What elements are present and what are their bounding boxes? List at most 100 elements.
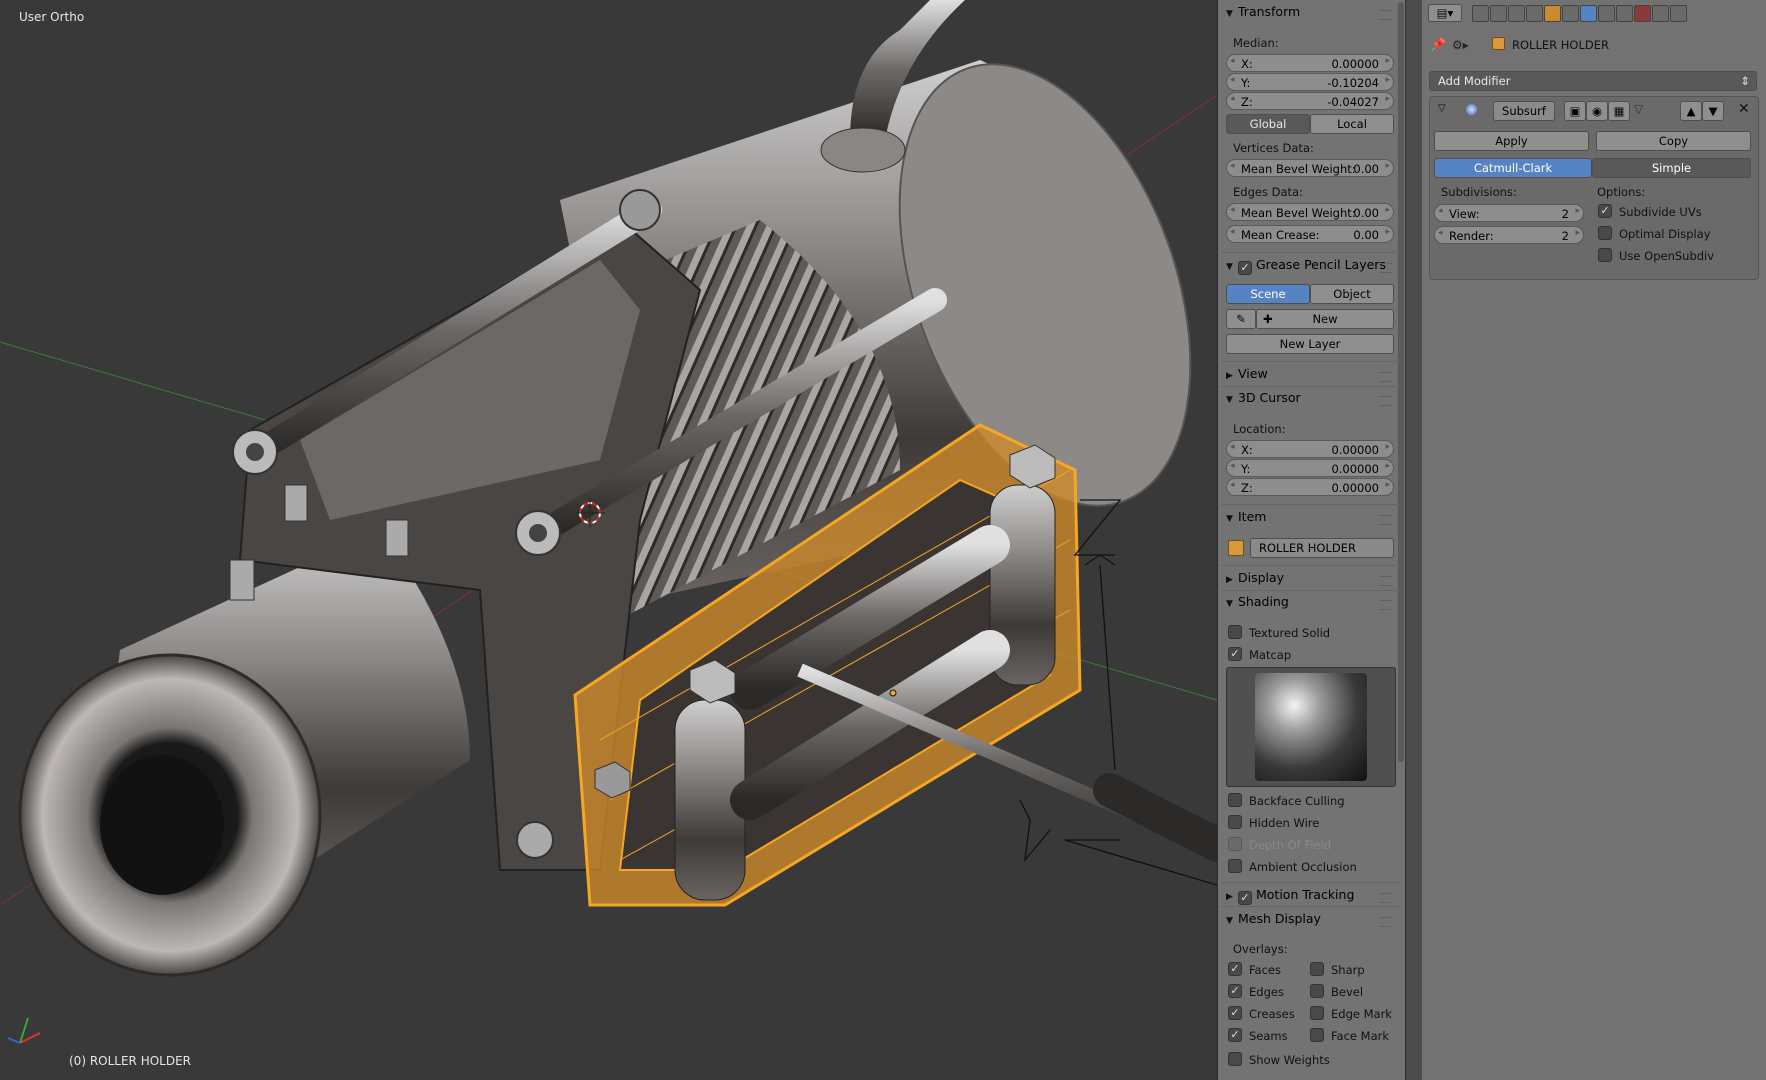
median-z-field[interactable]: ◂ Z: -0.04027 ▸ (1226, 92, 1394, 110)
catmull-clark-toggle[interactable]: Catmull-Clark (1434, 158, 1592, 178)
editor-type-menu[interactable]: ▤▾ (1428, 4, 1462, 22)
cursor-z-field[interactable]: ◂ Z: 0.00000 ▸ (1226, 478, 1394, 496)
median-y-field[interactable]: ◂ Y: -0.10204 ▸ (1226, 73, 1394, 91)
mean-crease-field[interactable]: ◂ Mean Crease: 0.00 ▸ (1226, 225, 1394, 243)
show-weights-label: Show Weights (1249, 1053, 1330, 1067)
n-panel-scrollbar[interactable] (1398, 2, 1404, 762)
copy-button[interactable]: Copy (1596, 131, 1751, 151)
faces-checkbox[interactable] (1228, 962, 1242, 976)
3d-viewport[interactable]: User Ortho (0) ROLLER HOLDER (0, 0, 1217, 1080)
modifiers-wrench-tab-icon[interactable] (1580, 5, 1597, 22)
ambient-occlusion-checkbox[interactable] (1228, 859, 1242, 873)
drag-grip-icon[interactable] (1380, 576, 1392, 586)
backface-culling-checkbox[interactable] (1228, 793, 1242, 807)
grease-pencil-enable-checkbox[interactable] (1238, 261, 1252, 275)
global-toggle[interactable]: Global (1226, 114, 1310, 134)
3d-cursor-header[interactable]: ▼ 3D Cursor (1226, 390, 1396, 412)
move-down-icon[interactable]: ▼ (1702, 101, 1724, 121)
cursor-x-field[interactable]: ◂ X: 0.00000 ▸ (1226, 440, 1394, 458)
face-mark-checkbox[interactable] (1310, 1028, 1324, 1042)
physics-tab-icon[interactable] (1670, 5, 1687, 22)
scene-tab-icon[interactable] (1508, 5, 1525, 22)
drag-grip-icon[interactable] (1380, 10, 1392, 20)
material-tab-icon[interactable] (1616, 5, 1633, 22)
textured-solid-checkbox[interactable] (1228, 625, 1242, 639)
median-x-field[interactable]: ◂ X: 0.00000 ▸ (1226, 54, 1394, 72)
optimal-display-checkbox[interactable] (1598, 226, 1612, 240)
seams-label: Seams (1249, 1029, 1288, 1043)
subdivide-uvs-checkbox[interactable] (1598, 204, 1612, 218)
close-icon[interactable]: ✕ (1738, 101, 1750, 117)
view-levels-field[interactable]: ◂ View: 2 ▸ (1434, 204, 1584, 222)
editmode-toggle-icon[interactable]: ▦ (1608, 101, 1630, 121)
mean-bevel-vertex-field[interactable]: ◂ Mean Bevel Weight: 0.00 ▸ (1226, 159, 1394, 177)
world-tab-icon[interactable] (1526, 5, 1543, 22)
local-toggle[interactable]: Local (1310, 114, 1394, 134)
render-tab-icon[interactable] (1472, 5, 1489, 22)
mean-bevel-edge-field[interactable]: ◂ Mean Bevel Weight: 0.00 ▸ (1226, 203, 1394, 221)
item-header[interactable]: ▼ Item (1226, 509, 1396, 531)
pin-icon[interactable]: 📌 (1430, 38, 1446, 53)
item-name-field[interactable]: ROLLER HOLDER (1250, 538, 1394, 558)
location-label: Location: (1233, 422, 1286, 436)
data-tab-icon[interactable] (1598, 5, 1615, 22)
new-layer-button[interactable]: New Layer (1226, 334, 1394, 354)
display-header[interactable]: ▶ Display (1226, 570, 1396, 592)
pencil-icon[interactable]: ✎ (1226, 309, 1256, 329)
separator (1221, 906, 1401, 907)
grease-pencil-header[interactable]: ▼Grease Pencil Layers (1226, 257, 1396, 279)
edges-checkbox[interactable] (1228, 984, 1242, 998)
bevel-label: Bevel (1331, 985, 1364, 999)
mesh-display-header[interactable]: ▼ Mesh Display (1226, 911, 1396, 933)
object-toggle[interactable]: Object (1310, 284, 1394, 304)
texture-tab-icon[interactable] (1634, 5, 1651, 22)
edge-mark-label: Edge Mark (1331, 1007, 1392, 1021)
new-grease-pencil-button[interactable]: ✚ New (1256, 309, 1394, 329)
transform-header[interactable]: ▼ Transform (1226, 4, 1396, 26)
render-toggle-camera-icon[interactable]: ▣ (1564, 101, 1586, 121)
render-layers-tab-icon[interactable] (1490, 5, 1507, 22)
object-tab-icon[interactable] (1544, 5, 1561, 22)
matcap-preview[interactable] (1226, 667, 1396, 787)
use-opensubdiv-checkbox[interactable] (1598, 248, 1612, 262)
axis-gizmo (7, 1017, 41, 1044)
show-weights-checkbox[interactable] (1228, 1052, 1242, 1066)
winch-scene[interactable] (0, 0, 1217, 1080)
motion-tracking-checkbox[interactable] (1238, 891, 1252, 905)
editor-divider[interactable] (1405, 0, 1423, 1080)
matcap-checkbox[interactable] (1228, 647, 1242, 661)
apply-button[interactable]: Apply (1434, 131, 1589, 151)
use-opensubdiv-label: Use OpenSubdiv (1619, 249, 1715, 263)
modifier-name-field[interactable]: Subsurf (1493, 101, 1555, 121)
seams-checkbox[interactable] (1228, 1028, 1242, 1042)
expand-arrow-icon: ▼ (1226, 514, 1233, 524)
edge-mark-checkbox[interactable] (1310, 1006, 1324, 1020)
simple-toggle[interactable]: Simple (1592, 158, 1751, 178)
constraints-tab-icon[interactable] (1562, 5, 1579, 22)
move-up-icon[interactable]: ▲ (1680, 101, 1702, 121)
creases-checkbox[interactable] (1228, 1006, 1242, 1020)
depth-of-field-checkbox[interactable] (1228, 837, 1242, 851)
drag-grip-icon[interactable] (1380, 600, 1392, 610)
render-levels-field[interactable]: ◂ Render: 2 ▸ (1434, 226, 1584, 244)
vertices-data-label: Vertices Data: (1233, 141, 1314, 155)
drag-grip-icon[interactable] (1380, 372, 1392, 382)
drag-grip-icon[interactable] (1380, 515, 1392, 525)
matcap-sphere (1255, 673, 1367, 781)
add-modifier-dropdown[interactable]: Add Modifier ⇕ (1429, 71, 1757, 91)
drag-grip-icon[interactable] (1380, 396, 1392, 406)
collapse-modifier-icon[interactable]: ▽ (1438, 103, 1446, 114)
cursor-y-field[interactable]: ◂ Y: 0.00000 ▸ (1226, 459, 1394, 477)
particles-tab-icon[interactable] (1652, 5, 1669, 22)
drag-grip-icon[interactable] (1380, 893, 1392, 903)
cage-toggle-icon[interactable]: ▽ (1634, 102, 1643, 116)
drag-grip-icon[interactable] (1380, 917, 1392, 927)
viewport-toggle-eye-icon[interactable]: ◉ (1586, 101, 1608, 121)
bevel-checkbox[interactable] (1310, 984, 1324, 998)
scene-toggle[interactable]: Scene (1226, 284, 1310, 304)
view-header[interactable]: ▶ View (1226, 366, 1396, 388)
sharp-checkbox[interactable] (1310, 962, 1324, 976)
drag-grip-icon[interactable] (1380, 263, 1392, 273)
shading-header[interactable]: ▼ Shading (1226, 594, 1396, 616)
hidden-wire-checkbox[interactable] (1228, 815, 1242, 829)
